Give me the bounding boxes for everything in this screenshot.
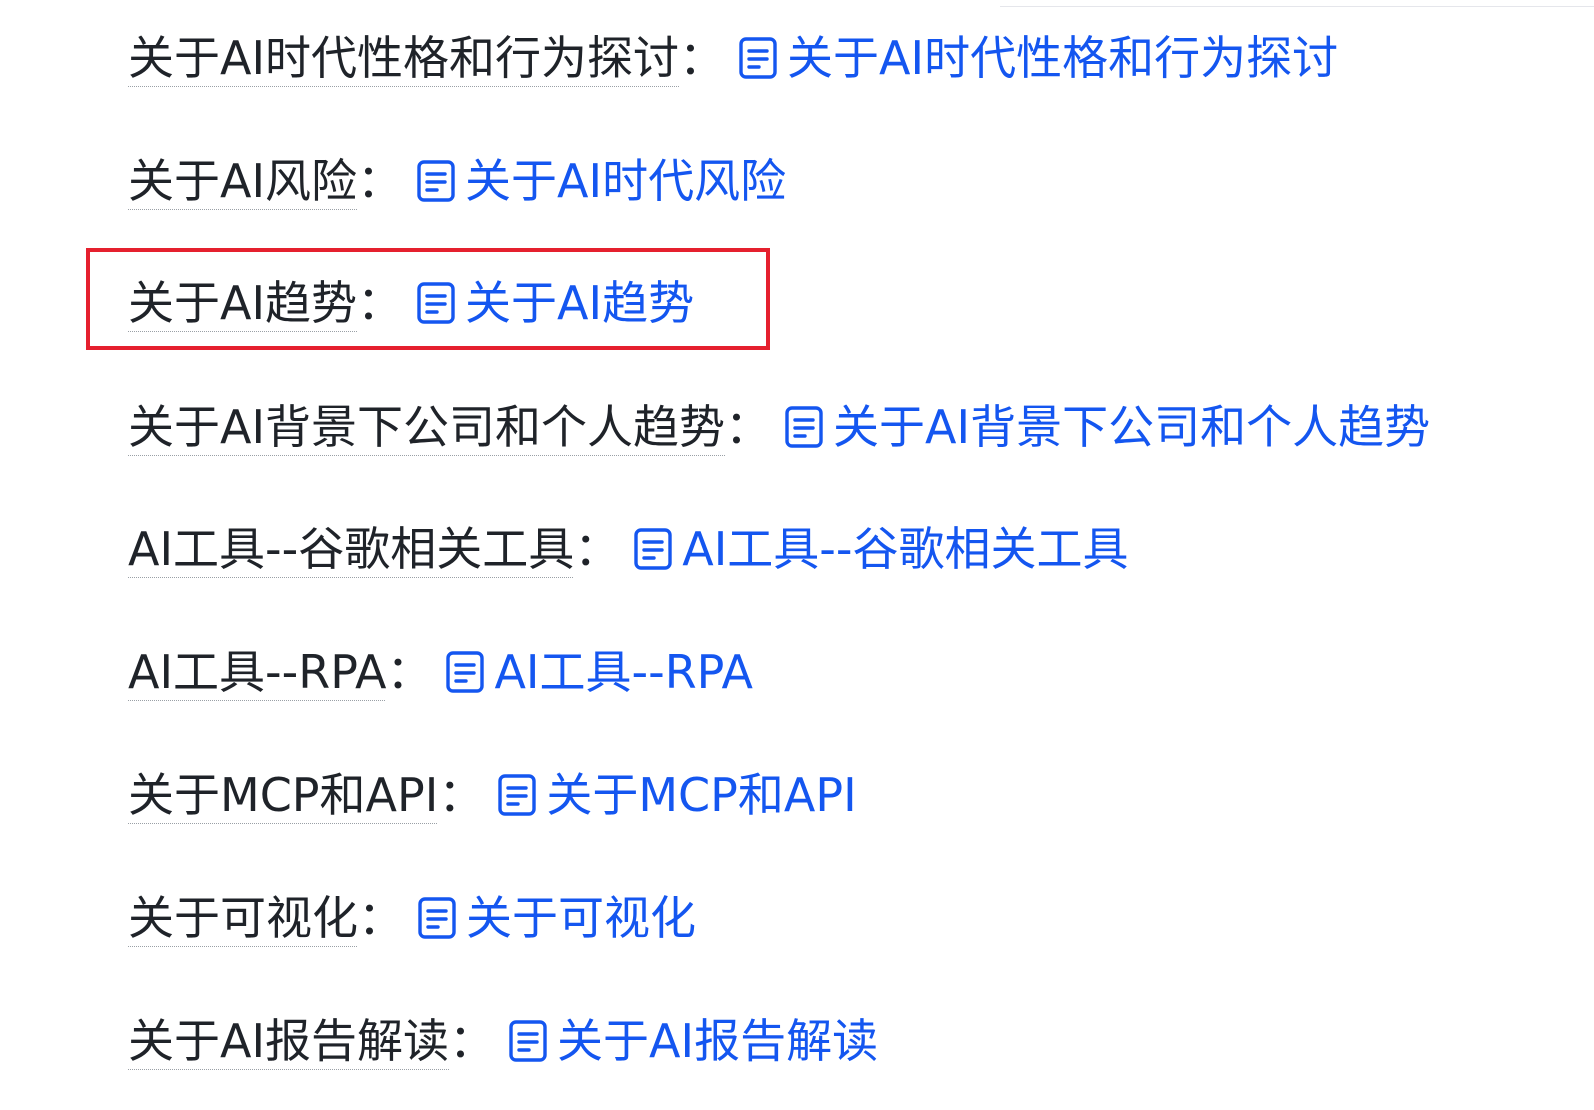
list-item-highlighted: 关于AI趋势 ： 关于AI趋势 xyxy=(128,263,694,343)
doc-link-text[interactable]: 关于MCP和API xyxy=(546,772,856,818)
doc-link[interactable]: 关于可视化 xyxy=(416,895,696,941)
item-label: 关于AI报告解读 xyxy=(128,1014,450,1068)
doc-link[interactable]: 关于AI报告解读 xyxy=(507,1018,878,1064)
item-label: AI工具--谷歌相关工具 xyxy=(128,522,575,576)
item-label: 关于AI趋势 xyxy=(128,276,358,330)
doc-link[interactable]: 关于AI背景下公司和个人趋势 xyxy=(783,404,1430,450)
label-separator: ： xyxy=(357,276,404,330)
doc-link-text[interactable]: 关于AI趋势 xyxy=(465,280,694,326)
list-item: 关于AI报告解读 ： 关于AI报告解读 xyxy=(128,1001,878,1081)
doc-link[interactable]: 关于AI时代性格和行为探讨 xyxy=(737,35,1338,81)
doc-link[interactable]: 关于MCP和API xyxy=(496,772,857,818)
label-separator: ： xyxy=(438,768,485,822)
doc-link[interactable]: 关于AI趋势 xyxy=(415,280,694,326)
document-icon xyxy=(737,35,779,81)
item-label: 关于AI风险 xyxy=(128,154,358,208)
doc-link-text[interactable]: 关于AI时代性格和行为探讨 xyxy=(787,35,1338,81)
list-item: 关于AI背景下公司和个人趋势 ： 关于AI背景下公司和个人趋势 xyxy=(128,387,1430,467)
top-divider xyxy=(1000,6,1594,7)
doc-link-text[interactable]: 关于AI时代风险 xyxy=(465,158,786,204)
doc-link-text[interactable]: AI工具--谷歌相关工具 xyxy=(682,526,1128,572)
document-icon xyxy=(496,772,538,818)
document-icon xyxy=(444,649,486,695)
list-item: 关于可视化 ： 关于可视化 xyxy=(128,878,696,958)
doc-link[interactable]: 关于AI时代风险 xyxy=(415,158,786,204)
doc-link-text[interactable]: 关于AI背景下公司和个人趋势 xyxy=(833,404,1430,450)
list-item: 关于MCP和API ： 关于MCP和API xyxy=(128,755,857,835)
label-separator: ： xyxy=(725,400,772,454)
document-icon xyxy=(632,526,674,572)
document-icon xyxy=(507,1018,549,1064)
doc-link-text[interactable]: 关于AI报告解读 xyxy=(557,1018,878,1064)
label-separator: ： xyxy=(358,891,404,945)
label-separator: ： xyxy=(386,645,433,699)
doc-link-text[interactable]: 关于可视化 xyxy=(466,895,696,941)
item-label: AI工具--RPA xyxy=(128,645,387,699)
document-icon xyxy=(783,404,825,450)
item-label: 关于AI时代性格和行为探讨 xyxy=(128,31,680,85)
item-label: 关于AI背景下公司和个人趋势 xyxy=(128,400,726,454)
item-label: 关于可视化 xyxy=(128,891,358,945)
label-separator: ： xyxy=(449,1014,496,1068)
doc-link[interactable]: AI工具--RPA xyxy=(444,649,753,695)
list-item: 关于AI时代性格和行为探讨 ： 关于AI时代性格和行为探讨 xyxy=(128,18,1338,98)
list-item: 关于AI风险 ： 关于AI时代风险 xyxy=(128,141,786,221)
item-label: 关于MCP和API xyxy=(128,768,439,822)
document-icon xyxy=(415,280,457,326)
doc-link-text[interactable]: AI工具--RPA xyxy=(494,649,752,695)
document-icon xyxy=(416,895,458,941)
label-separator: ： xyxy=(679,31,726,85)
label-separator: ： xyxy=(357,154,404,208)
doc-link[interactable]: AI工具--谷歌相关工具 xyxy=(632,526,1128,572)
list-item: AI工具--谷歌相关工具 ： AI工具--谷歌相关工具 xyxy=(128,509,1128,589)
list-item: AI工具--RPA ： AI工具--RPA xyxy=(128,632,753,712)
label-separator: ： xyxy=(574,522,621,576)
document-icon xyxy=(415,158,457,204)
